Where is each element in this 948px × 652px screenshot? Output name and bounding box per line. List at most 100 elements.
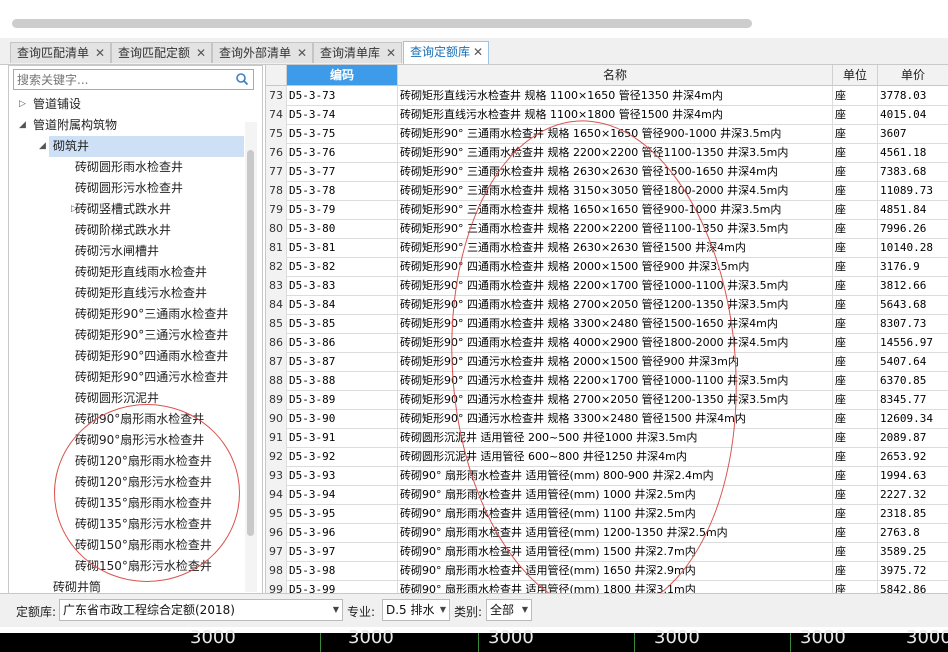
table-row[interactable]: 95 D5-3-95 砖砌90° 扇形雨水检查井 适用管径(mm) 1100 井深2… (266, 504, 948, 524)
tree-item-label: 管道附属构筑物 (33, 118, 118, 132)
code-cell: D5-3-85 (287, 314, 398, 333)
tree-item[interactable]: 砖砌120°扇形雨水检查井 (9, 451, 244, 472)
tree-item[interactable]: 砖砌90°扇形雨水检查井 (9, 409, 244, 430)
tree-item[interactable]: 砖砌150°扇形污水检查井 (9, 556, 244, 577)
tree-scrollbar-thumb[interactable] (247, 150, 254, 536)
table-row[interactable]: 78 D5-3-78 砖砌矩形90° 三通雨水检查井 规格 3150×3050 管径… (266, 181, 948, 201)
table-row[interactable]: 84 D5-3-84 砖砌矩形90° 四通雨水检查井 规格 2700×2050 管径… (266, 295, 948, 315)
table-row[interactable]: 96 D5-3-96 砖砌90° 扇形雨水检查井 适用管径(mm) 1200-135… (266, 523, 948, 543)
table-row[interactable]: 88 D5-3-88 砖砌矩形90° 四通污水检查井 规格 2200×1700 管径… (266, 371, 948, 391)
header-code[interactable]: 编码 (287, 65, 398, 85)
table-row[interactable]: 93 D5-3-93 砖砌90° 扇形雨水检查井 适用管径(mm) 800-900 … (266, 466, 948, 486)
tab-query-match-quota[interactable]: 查询匹配定额 ✕ (111, 42, 212, 63)
name-cell: 砖砌矩形90° 三通雨水检查井 规格 2200×2200 管径1100-1350… (398, 219, 833, 238)
row-number: 81 (266, 238, 287, 257)
table-row[interactable]: 86 D5-3-86 砖砌矩形90° 四通雨水检查井 规格 4000×2900 管径… (266, 333, 948, 353)
table-row[interactable]: 85 D5-3-85 砖砌矩形90° 四通雨水检查井 规格 3300×2480 管径… (266, 314, 948, 334)
tree-item[interactable]: 砖砌矩形90°三通雨水检查井 (9, 304, 244, 325)
tab-query-external-list[interactable]: 查询外部清单 ✕ (212, 42, 313, 63)
collapse-arrow-icon[interactable]: ◢ (39, 136, 46, 157)
table-row[interactable]: 79 D5-3-79 砖砌矩形90° 三通雨水检查井 规格 1650×1650 管径… (266, 200, 948, 220)
table-row[interactable]: 92 D5-3-92 砖砌圆形沉泥井 适用管径 600~800 井径1250 井深4… (266, 447, 948, 467)
code-cell: D5-3-86 (287, 333, 398, 352)
tree-item[interactable]: 砖砌矩形90°三通污水检查井 (9, 325, 244, 346)
header-name[interactable]: 名称 (398, 65, 833, 85)
table-row[interactable]: 89 D5-3-89 砖砌矩形90° 四通污水检查井 规格 2700×2050 管径… (266, 390, 948, 410)
tree-item[interactable]: 砖砌阶梯式跌水井 (9, 220, 244, 241)
name-cell: 砖砌矩形90° 四通雨水检查井 规格 2000×1500 管径900 井深3.5… (398, 257, 833, 276)
table-row[interactable]: 81 D5-3-81 砖砌矩形90° 三通雨水检查井 规格 2630×2630 管径… (266, 238, 948, 258)
table-row[interactable]: 73 D5-3-73 砖砌矩形直线污水检查井 规格 1100×1650 管径1350… (266, 86, 948, 106)
tree-item[interactable]: 砖砌135°扇形污水检查井 (9, 514, 244, 535)
row-number: 95 (266, 504, 287, 523)
expand-arrow-icon[interactable]: ▷ (19, 94, 26, 115)
tree-item[interactable]: 砖砌135°扇形雨水检查井 (9, 493, 244, 514)
tab-query-list-library[interactable]: 查询清单库 ✕ (313, 42, 402, 63)
unit-cell: 座 (833, 181, 878, 200)
tree-item[interactable]: 砖砌污水闸槽井 (9, 241, 244, 262)
search-input[interactable] (17, 71, 232, 88)
close-icon[interactable]: ✕ (473, 42, 483, 63)
table-row[interactable]: 82 D5-3-82 砖砌矩形90° 四通雨水检查井 规格 2000×1500 管径… (266, 257, 948, 277)
price-cell: 2227.32 (878, 485, 948, 504)
row-number: 90 (266, 409, 287, 428)
major-select[interactable]: D.5 排水 ▼ (382, 599, 450, 621)
tree-item[interactable]: 砖砌150°扇形雨水检查井 (9, 535, 244, 556)
unit-cell: 座 (833, 162, 878, 181)
tab-query-match-list[interactable]: 查询匹配清单 ✕ (10, 42, 111, 63)
price-cell: 2763.8 (878, 523, 948, 542)
search-icon[interactable] (235, 72, 249, 86)
table-row[interactable]: 90 D5-3-90 砖砌矩形90° 四通污水检查井 规格 3300×2480 管径… (266, 409, 948, 429)
ruler-label: 3000 (906, 627, 948, 648)
row-number: 93 (266, 466, 287, 485)
header-unit[interactable]: 单位 (833, 65, 878, 85)
table-row[interactable]: 74 D5-3-74 砖砌矩形直线污水检查井 规格 1100×1800 管径1500… (266, 105, 948, 125)
tree-item[interactable]: 砖砌矩形直线污水检查井 (9, 283, 244, 304)
close-icon[interactable]: ✕ (386, 43, 396, 64)
horizontal-scrollbar-thumb[interactable] (12, 19, 752, 28)
tree-item[interactable]: ▷ 管道铺设 (9, 94, 244, 115)
row-number: 77 (266, 162, 287, 181)
table-row[interactable]: 98 D5-3-98 砖砌90° 扇形雨水检查井 适用管径(mm) 1650 井深2… (266, 561, 948, 581)
tree-item[interactable]: 砖砌矩形直线雨水检查井 (9, 262, 244, 283)
code-cell: D5-3-90 (287, 409, 398, 428)
quota-library-select[interactable]: 广东省市政工程综合定额(2018) ▼ (59, 599, 343, 621)
table-row[interactable]: 94 D5-3-94 砖砌90° 扇形雨水检查井 适用管径(mm) 1000 井深2… (266, 485, 948, 505)
tree-item-label: 管道铺设 (33, 97, 82, 111)
close-icon[interactable]: ✕ (95, 43, 105, 64)
unit-cell: 座 (833, 295, 878, 314)
tree-item[interactable]: ◢ 管道附属构筑物 (9, 115, 244, 136)
category-select[interactable]: 全部 ▼ (486, 599, 532, 621)
ruler-tick (478, 633, 479, 652)
tree-item[interactable]: 砖砌矩形90°四通污水检查井 (9, 367, 244, 388)
tree-item-label: 砖砌120°扇形污水检查井 (75, 475, 212, 489)
table-row[interactable]: 77 D5-3-77 砖砌矩形90° 三通雨水检查井 规格 2630×2630 管径… (266, 162, 948, 182)
table-row[interactable]: 76 D5-3-76 砖砌矩形90° 三通雨水检查井 规格 2200×2200 管径… (266, 143, 948, 163)
grid-header: 编码 名称 单位 单价 (266, 65, 948, 86)
close-icon[interactable]: ✕ (196, 43, 206, 64)
tree-item[interactable]: 砖砌矩形90°四通雨水检查井 (9, 346, 244, 367)
tree-item[interactable]: ◢ 砌筑井 (39, 136, 244, 157)
tab-query-quota-library[interactable]: 查询定额库 ✕ (403, 41, 489, 64)
unit-cell: 座 (833, 333, 878, 352)
tree-item[interactable]: 砖砌90°扇形污水检查井 (9, 430, 244, 451)
tree-item-label: 砖砌150°扇形雨水检查井 (75, 538, 212, 552)
table-row[interactable]: 80 D5-3-80 砖砌矩形90° 三通雨水检查井 规格 2200×2200 管径… (266, 219, 948, 239)
tree-item[interactable]: 砖砌圆形污水检查井 (9, 178, 244, 199)
close-icon[interactable]: ✕ (297, 43, 307, 64)
table-row[interactable]: 83 D5-3-83 砖砌矩形90° 四通雨水检查井 规格 2200×1700 管径… (266, 276, 948, 296)
tree-item[interactable]: 砖砌120°扇形污水检查井 (9, 472, 244, 493)
ruler-label: 3000 (800, 627, 846, 648)
table-row[interactable]: 97 D5-3-97 砖砌90° 扇形雨水检查井 适用管径(mm) 1500 井深2… (266, 542, 948, 562)
table-row[interactable]: 99 D5-3-99 砖砌90° 扇形雨水检查井 适用管径(mm) 1800 井深3… (266, 580, 948, 593)
table-row[interactable]: 75 D5-3-75 砖砌矩形90° 三通雨水检查井 规格 1650×1650 管径… (266, 124, 948, 144)
tree-item[interactable]: 砖砌圆形沉泥井 (9, 388, 244, 409)
header-price[interactable]: 单价 (878, 65, 948, 85)
tree-item[interactable]: ▷ 砖砌竖槽式跌水井 (9, 199, 244, 220)
tree-item[interactable]: 砖砌圆形雨水检查井 (9, 157, 244, 178)
table-row[interactable]: 87 D5-3-87 砖砌矩形90° 四通污水检查井 规格 2000×1500 管径… (266, 352, 948, 372)
tree-item-label: 砖砌竖槽式跌水井 (75, 202, 172, 216)
collapse-arrow-icon[interactable]: ◢ (19, 115, 26, 136)
name-cell: 砖砌矩形90° 三通雨水检查井 规格 2630×2630 管径1500-1650… (398, 162, 833, 181)
table-row[interactable]: 91 D5-3-91 砖砌圆形沉泥井 适用管径 200~500 井径1000 井深3… (266, 428, 948, 448)
